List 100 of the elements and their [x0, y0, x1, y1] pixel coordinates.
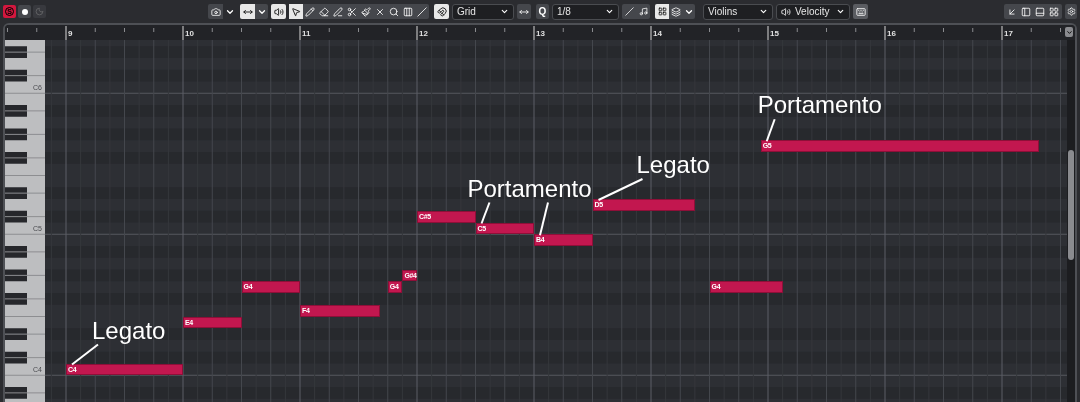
ruler-tick	[796, 27, 798, 33]
bar-number: 10	[185, 29, 194, 38]
caret-icon	[500, 7, 509, 16]
ruler-tick	[1001, 25, 1003, 40]
ruler-tick	[504, 27, 506, 33]
ruler-tick	[358, 27, 359, 33]
ruler-tick	[211, 27, 213, 33]
ruler-tick	[328, 27, 330, 33]
panel-icon	[1049, 6, 1059, 17]
keyboard-button[interactable]	[853, 4, 868, 19]
grid-icon	[657, 7, 667, 16]
leader-line	[539, 201, 549, 237]
quantize-dropdown[interactable]: 1/8	[552, 3, 619, 20]
ruler-tick	[299, 25, 301, 40]
ruler-tick	[416, 25, 418, 40]
pointer-icon	[291, 6, 301, 17]
settings-button[interactable]	[1065, 4, 1077, 19]
ruler-tick	[387, 27, 389, 33]
ruler-tick	[124, 27, 125, 33]
ruler-tick	[826, 27, 827, 33]
bottom-panel-icon	[1035, 6, 1045, 17]
speaker-icon	[781, 6, 791, 17]
ruler-tick	[1060, 27, 1061, 33]
note-icon	[638, 7, 648, 16]
snap-toggle[interactable]	[434, 4, 449, 19]
magnet-icon	[436, 6, 447, 17]
ruler-tick	[270, 27, 272, 33]
ruler-tick	[943, 27, 944, 33]
insert-control[interactable]	[240, 4, 268, 19]
scrollbar-thumb[interactable]	[1068, 150, 1074, 260]
ruler-tick	[445, 27, 447, 33]
ruler-tick	[679, 27, 681, 33]
controller-dropdown[interactable]: Velocity	[776, 3, 850, 20]
annotation-label: Legato	[92, 317, 166, 344]
ruler-tick	[650, 25, 652, 40]
bar-number: 13	[536, 29, 545, 38]
tool-button[interactable]	[303, 4, 317, 19]
eraser-icon	[319, 6, 329, 17]
caret-icon	[1065, 28, 1073, 36]
ruler-tick	[36, 27, 38, 33]
sharp-key[interactable]	[5, 387, 27, 399]
snap-type-dropdown[interactable]: Grid	[452, 3, 514, 20]
x-icon	[375, 6, 385, 17]
color-toggle[interactable]	[655, 4, 669, 19]
sharp-key[interactable]	[5, 152, 27, 164]
annotation-label: Portamento	[757, 92, 882, 119]
ruler-tick	[533, 25, 535, 40]
track-dropdown[interactable]: Violins	[703, 3, 773, 20]
caret-icon	[605, 7, 614, 16]
bar-number: 11	[302, 29, 311, 38]
tool-button[interactable]	[415, 4, 429, 19]
annotation-label: Portamento	[467, 175, 592, 202]
layers-icon	[671, 6, 681, 17]
speaker-button[interactable]	[271, 4, 286, 19]
sharp-key[interactable]	[5, 246, 27, 258]
caret-icon	[836, 7, 845, 16]
bar-number: 9	[68, 29, 73, 38]
bar-number: 16	[887, 29, 896, 38]
arrow-icon	[1007, 6, 1017, 17]
ruler-tick	[475, 27, 476, 33]
keyboard-icon	[855, 6, 866, 17]
camera-icon	[210, 6, 221, 17]
ruler-tick	[241, 27, 242, 33]
leader-line	[597, 178, 644, 201]
brush-icon	[361, 6, 371, 17]
listen-button[interactable]	[18, 5, 31, 18]
columns-icon	[403, 6, 413, 17]
search-icon	[389, 6, 399, 17]
ruler-tick	[767, 25, 769, 40]
ruler-tick	[592, 27, 593, 33]
bar-number: 17	[1004, 29, 1013, 38]
ruler-tick	[884, 25, 886, 40]
snap-mode-button[interactable]	[517, 4, 531, 19]
scissors-icon	[347, 6, 357, 17]
speaker-icon	[273, 6, 284, 17]
ruler-tick	[1030, 27, 1032, 33]
quantize-button[interactable]: Q	[536, 4, 549, 19]
tool-button[interactable]	[331, 4, 345, 19]
tool-button[interactable]	[289, 4, 303, 19]
leader-line	[71, 343, 99, 366]
ruler-tick	[913, 27, 915, 33]
ruler-tick	[972, 27, 974, 33]
annotation-label: Legato	[636, 152, 710, 178]
ruler-tick	[855, 27, 857, 33]
settings-icon	[1066, 7, 1076, 16]
slash-icon	[417, 6, 427, 17]
pencil-icon	[305, 6, 315, 17]
bar-number: 12	[419, 29, 428, 38]
pen-icon	[333, 6, 343, 17]
ruler-menu-button[interactable]	[1065, 27, 1073, 37]
tool-button[interactable]	[359, 4, 373, 19]
sharp-key[interactable]	[5, 293, 27, 305]
sharp-key[interactable]	[5, 105, 27, 117]
bar-number: 14	[653, 29, 662, 38]
leader-line	[480, 201, 491, 225]
ruler-tick	[182, 25, 184, 40]
ruler-tick	[153, 27, 155, 33]
autoscroll-control[interactable]	[208, 4, 237, 19]
moon-icon	[35, 7, 44, 16]
ruler-tick	[7, 27, 8, 33]
